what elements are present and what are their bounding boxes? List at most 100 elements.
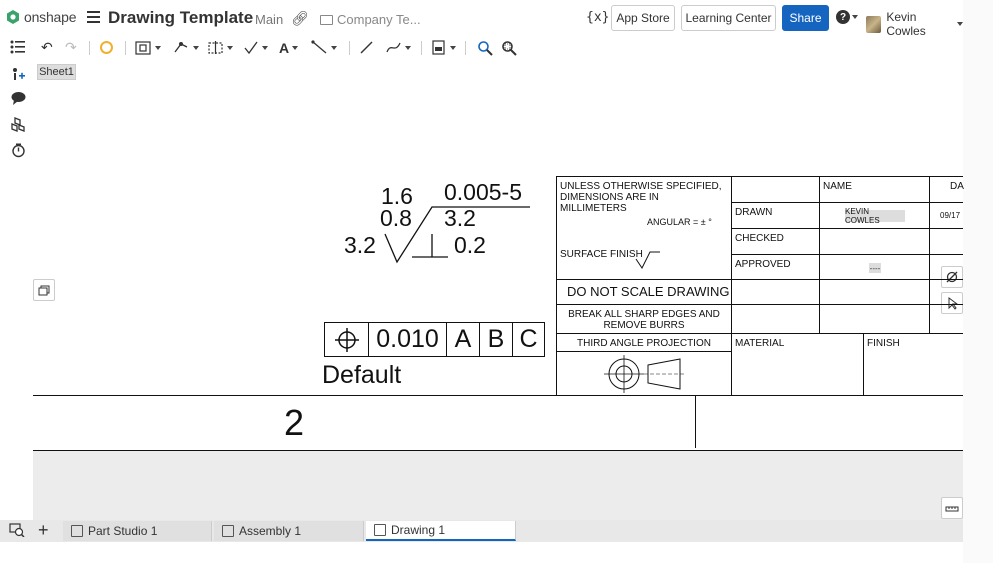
toolbar-divider bbox=[89, 41, 90, 55]
insert-view-icon[interactable] bbox=[135, 39, 161, 56]
drawing-toolbar: ↶ ↷ A bbox=[33, 36, 963, 60]
hide-show-icon[interactable] bbox=[941, 266, 963, 288]
toolbar-divider bbox=[349, 41, 350, 55]
sheet-tab[interactable]: Sheet1 bbox=[37, 64, 76, 80]
tab-drawing[interactable]: Drawing 1 bbox=[366, 521, 516, 541]
undo-icon[interactable]: ↶ bbox=[41, 39, 53, 56]
view-cube-icon[interactable] bbox=[33, 279, 55, 301]
title-block-line bbox=[863, 333, 864, 396]
toolbar-divider bbox=[465, 41, 466, 55]
right-margin bbox=[963, 0, 993, 563]
export-icon[interactable] bbox=[431, 39, 456, 56]
folder-name: Company Te... bbox=[337, 12, 421, 27]
menu-icon[interactable] bbox=[87, 11, 100, 23]
assembly-icon bbox=[222, 525, 234, 537]
title-block-line bbox=[556, 333, 963, 334]
angular-tolerance: ANGULAR = ± ° bbox=[647, 217, 712, 227]
break-edges-note: BREAK ALL SHARP EDGES AND REMOVE BURRS bbox=[568, 309, 720, 331]
tab-label: Part Studio 1 bbox=[88, 524, 158, 538]
redo-icon[interactable]: ↷ bbox=[65, 39, 77, 56]
feature-control-frame[interactable]: 0.010 A B C bbox=[324, 322, 545, 357]
projected-view-icon[interactable] bbox=[173, 39, 199, 56]
measure-icon[interactable] bbox=[941, 497, 963, 519]
sheet-border-line bbox=[33, 395, 963, 396]
section-view-icon[interactable] bbox=[207, 39, 233, 56]
line-tool-icon[interactable] bbox=[359, 39, 374, 56]
title-block-line bbox=[556, 176, 963, 177]
projection-label: THIRD ANGLE PROJECTION bbox=[577, 338, 711, 349]
datum-c: C bbox=[519, 325, 538, 353]
tab-label: Assembly 1 bbox=[239, 524, 302, 538]
part-studio-icon bbox=[71, 525, 83, 537]
title-block-line bbox=[556, 176, 557, 396]
add-tab-button[interactable]: + bbox=[38, 520, 49, 540]
feature-list-icon[interactable] bbox=[10, 39, 26, 55]
drawn-by-field[interactable]: KEVIN COWLES bbox=[845, 207, 905, 225]
surface-finish-symbol[interactable] bbox=[380, 200, 540, 265]
tolerance-value: 0.010 bbox=[369, 323, 447, 356]
help-menu[interactable]: ? bbox=[836, 10, 858, 24]
title-block-line bbox=[556, 304, 963, 305]
folder-breadcrumb[interactable]: Company Te... bbox=[320, 12, 421, 27]
drawn-date: 09/17 bbox=[940, 211, 961, 220]
text-tool-icon[interactable]: A bbox=[279, 39, 299, 56]
chevron-down-icon bbox=[852, 15, 858, 19]
tab-manager-icon[interactable] bbox=[9, 523, 25, 540]
approved-label: APPROVED bbox=[735, 259, 791, 270]
roughness-bottom-left[interactable]: 3.2 bbox=[344, 232, 376, 259]
sheet-border-line bbox=[695, 395, 696, 448]
onshape-logo[interactable]: onshape bbox=[6, 9, 77, 25]
help-icon: ? bbox=[836, 10, 850, 24]
leader-tool-icon[interactable] bbox=[311, 39, 337, 56]
title-block-line bbox=[731, 228, 963, 229]
parts-icon[interactable] bbox=[10, 116, 26, 132]
date-header: DA bbox=[950, 181, 964, 192]
history-icon[interactable] bbox=[10, 142, 26, 158]
material-label: MATERIAL bbox=[735, 338, 785, 349]
do-not-scale-note: DO NOT SCALE DRAWING bbox=[567, 284, 730, 299]
onshape-logo-icon bbox=[7, 10, 19, 24]
position-symbol-icon bbox=[325, 323, 369, 356]
app-store-button[interactable]: App Store bbox=[611, 5, 675, 31]
default-label[interactable]: Default bbox=[322, 361, 401, 390]
learning-center-button[interactable]: Learning Center bbox=[681, 5, 776, 31]
share-button[interactable]: Share bbox=[782, 5, 829, 31]
comments-icon[interactable] bbox=[10, 90, 26, 106]
title-block-line bbox=[556, 351, 731, 352]
avatar bbox=[866, 15, 882, 33]
folder-icon bbox=[320, 14, 333, 25]
tab-label: Drawing 1 bbox=[391, 523, 446, 537]
datum-b: B bbox=[480, 323, 513, 356]
surface-finish-label: SURFACE FINISH bbox=[560, 249, 643, 260]
onshape-app: onshape Drawing Template Main 🔗︎ Company… bbox=[0, 0, 993, 563]
select-tool-icon[interactable] bbox=[941, 292, 963, 314]
variables-icon[interactable]: {x} bbox=[586, 10, 609, 25]
title-block-line bbox=[731, 176, 732, 396]
zoom-to-fit-icon[interactable] bbox=[477, 39, 493, 56]
checked-label: CHECKED bbox=[735, 233, 784, 244]
surface-finish-tool-icon[interactable] bbox=[243, 39, 268, 56]
top-bar: onshape Drawing Template Main 🔗︎ Company… bbox=[0, 0, 963, 38]
title-block-line bbox=[731, 202, 963, 203]
document-title[interactable]: Drawing Template bbox=[108, 8, 253, 28]
surface-finish-mini-symbol bbox=[635, 251, 660, 269]
left-rail bbox=[0, 36, 33, 541]
zoom-window-icon[interactable] bbox=[501, 39, 517, 56]
link-icon[interactable]: 🔗︎ bbox=[291, 10, 309, 27]
user-name: Kevin Cowles bbox=[886, 10, 926, 38]
spline-tool-icon[interactable] bbox=[385, 39, 411, 56]
approved-field[interactable]: ---- bbox=[869, 263, 881, 273]
toolbar-divider bbox=[421, 41, 422, 55]
canvas-background bbox=[33, 450, 963, 520]
tab-part-studio[interactable]: Part Studio 1 bbox=[63, 521, 212, 541]
title-block-line bbox=[731, 254, 963, 255]
drawn-label: DRAWN bbox=[735, 207, 773, 218]
view-number-label[interactable]: 2 bbox=[284, 402, 304, 444]
drawing-icon bbox=[374, 524, 386, 536]
insert-icon[interactable] bbox=[10, 65, 26, 81]
toolbar-divider bbox=[125, 41, 126, 55]
user-menu[interactable]: Kevin Cowles bbox=[866, 10, 963, 38]
branch-label[interactable]: Main bbox=[255, 12, 283, 27]
tab-assembly[interactable]: Assembly 1 bbox=[214, 521, 364, 541]
update-icon[interactable] bbox=[99, 39, 114, 56]
